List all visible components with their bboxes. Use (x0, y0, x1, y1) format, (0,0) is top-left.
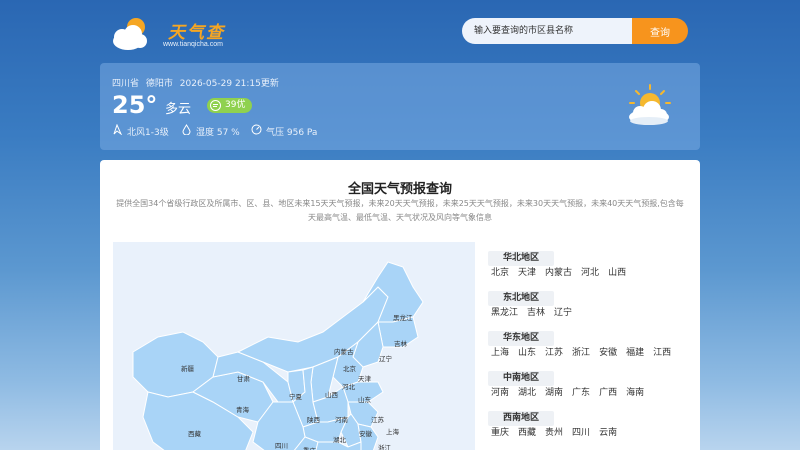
province-link[interactable]: 北京 (491, 268, 509, 278)
region-title: 华东地区 (488, 331, 555, 346)
region-items: 黑龙江 吉林 辽宁 (491, 305, 581, 318)
province-link[interactable]: 山西 (608, 268, 626, 278)
region-title: 华北地区 (488, 251, 555, 266)
weather-condition: 多云 (165, 102, 192, 117)
province-link[interactable]: 黑龙江 (491, 308, 518, 318)
map-label-gansu[interactable]: 甘肃 (237, 373, 250, 383)
humidity-detail: 湿度 57 % (181, 124, 240, 138)
region-items: 河南 湖北 湖南 广东 广西 海南 (491, 385, 653, 398)
search-input[interactable] (462, 18, 634, 44)
map-label-qinghai[interactable]: 青海 (236, 404, 249, 414)
map-label-xizang[interactable]: 西藏 (188, 428, 201, 438)
region-list: 华北地区 北京 天津 内蒙古 河北 山西 东北地区 黑龙江 吉林 辽宁 华东地区 上海 山东江… (488, 245, 688, 445)
region-group: 中南地区 河南 湖北 湖南 广东 广西 海南 (488, 365, 688, 405)
map-label-liaoning[interactable]: 辽宁 (379, 353, 392, 363)
region-items: 重庆 西藏 贵州 四川 云南 (491, 425, 626, 438)
province-link[interactable]: 河北 (581, 268, 599, 278)
region-group: 华东地区 上海 山东 江苏 浙江 安徽 福建 江西 (488, 325, 688, 365)
map-label-beijing[interactable]: 北京 (343, 363, 356, 373)
map-label-tianjin[interactable]: 天津 (358, 373, 371, 383)
aqi-badge[interactable]: 39优 (207, 98, 252, 113)
province[interactable]: 四川省 (112, 79, 139, 89)
city[interactable]: 德阳市 (146, 79, 173, 89)
china-map[interactable]: 黑龙江 吉林 内蒙古 辽宁 北京 天津 新疆 甘肃 河北 宁夏 山西 山东 青海… (113, 242, 475, 450)
map-label-sichuan[interactable]: 四川 (275, 440, 288, 450)
map-label-shandong[interactable]: 山东 (358, 394, 371, 404)
province-link[interactable]: 广西 (599, 388, 617, 398)
location-line: 四川省 德阳市 2026-05-29 21:15更新 (112, 76, 283, 89)
map-label-heilongjiang[interactable]: 黑龙江 (393, 312, 413, 322)
header: 天气查 www.tianqicha.com 查询 (100, 10, 700, 55)
region-group: 东北地区 黑龙江 吉林 辽宁 (488, 285, 688, 325)
map-label-shaanxi[interactable]: 陕西 (307, 414, 320, 424)
map-label-zhejiang[interactable]: 浙江 (378, 442, 391, 450)
region-title: 中南地区 (488, 371, 555, 386)
province-link[interactable]: 吉林 (527, 308, 545, 318)
partly-cloudy-icon (629, 84, 671, 125)
search-button[interactable]: 查询 (632, 18, 688, 44)
humidity-icon (182, 124, 191, 135)
province-link[interactable]: 上海 (491, 348, 509, 358)
region-items: 北京 天津 内蒙古 河北 山西 (491, 265, 635, 278)
map-label-shanxi[interactable]: 山西 (325, 389, 338, 399)
province-link[interactable]: 湖南 (545, 388, 563, 398)
region-title: 西南地区 (488, 411, 555, 426)
province-link[interactable]: 江苏 (545, 348, 563, 358)
pressure-icon (251, 124, 262, 135)
province-link[interactable]: 安徽 (599, 348, 617, 358)
china-map-shapes (132, 261, 424, 450)
map-label-anhui[interactable]: 安徽 (359, 428, 372, 438)
province-link[interactable]: 辽宁 (554, 308, 572, 318)
province-link[interactable]: 湖北 (518, 388, 536, 398)
aqi-value: 39优 (225, 100, 246, 110)
map-label-hubei[interactable]: 湖北 (333, 434, 346, 444)
current-temperature: 25° (112, 91, 158, 119)
logo-title: 天气查 (168, 23, 225, 43)
region-items: 上海 山东 江苏 浙江 安徽 福建 江西 (491, 345, 680, 358)
air-quality-icon (210, 100, 221, 111)
map-label-shanghai[interactable]: 上海 (386, 426, 399, 436)
page-title: 全国天气预报查询 (347, 182, 452, 197)
province-link[interactable]: 重庆 (491, 428, 509, 438)
cloud-sun-logo-icon (113, 18, 147, 50)
logo-url: www.tianqicha.com (163, 41, 223, 48)
map-label-hebei[interactable]: 河北 (342, 381, 355, 391)
province-link[interactable]: 内蒙古 (545, 268, 572, 278)
wind-detail: 北风1-3级 (112, 124, 169, 138)
wind-icon (113, 124, 122, 135)
map-label-chongqing[interactable]: 重庆 (303, 445, 316, 450)
province-link[interactable]: 山东 (518, 348, 536, 358)
region-title: 东北地区 (488, 291, 555, 306)
map-label-jiangsu[interactable]: 江苏 (371, 414, 384, 424)
province-link[interactable]: 福建 (626, 348, 644, 358)
province-link[interactable]: 贵州 (545, 428, 563, 438)
region-group: 西南地区 重庆 西藏 贵州 四川 云南 (488, 405, 688, 445)
province-link[interactable]: 海南 (626, 388, 644, 398)
current-weather-card: 四川省 德阳市 2026-05-29 21:15更新 25° 多云 39优 北风… (100, 63, 700, 150)
update-time: 2026-05-29 21:15更新 (179, 79, 279, 89)
site-logo[interactable]: 天气查 www.tianqicha.com (106, 13, 236, 53)
map-label-ningxia[interactable]: 宁夏 (289, 391, 302, 401)
province-link[interactable]: 广东 (572, 388, 590, 398)
region-group: 华北地区 北京 天津 内蒙古 河北 山西 (488, 245, 688, 285)
province-link[interactable]: 河南 (491, 388, 509, 398)
search-bar: 查询 (462, 18, 688, 44)
main-panel: 全国天气预报查询 提供全国34个省级行政区及所属市、区、县、地区未来15天天气预… (100, 160, 700, 450)
map-label-jilin[interactable]: 吉林 (394, 338, 407, 348)
province-link[interactable]: 天津 (518, 268, 536, 278)
map-label-neimenggu[interactable]: 内蒙古 (334, 346, 354, 356)
map-label-xinjiang[interactable]: 新疆 (181, 363, 194, 373)
province-link[interactable]: 四川 (572, 428, 590, 438)
pressure-detail: 气压 956 Pa (251, 124, 317, 138)
page-description: 提供全国34个省级行政区及所属市、区、县、地区未来15天天气预报，未来20天天气… (116, 199, 684, 222)
map-label-henan[interactable]: 河南 (335, 414, 348, 424)
province-link[interactable]: 云南 (599, 428, 617, 438)
province-link[interactable]: 江西 (653, 348, 671, 358)
province-link[interactable]: 浙江 (572, 348, 590, 358)
province-link[interactable]: 西藏 (518, 428, 536, 438)
